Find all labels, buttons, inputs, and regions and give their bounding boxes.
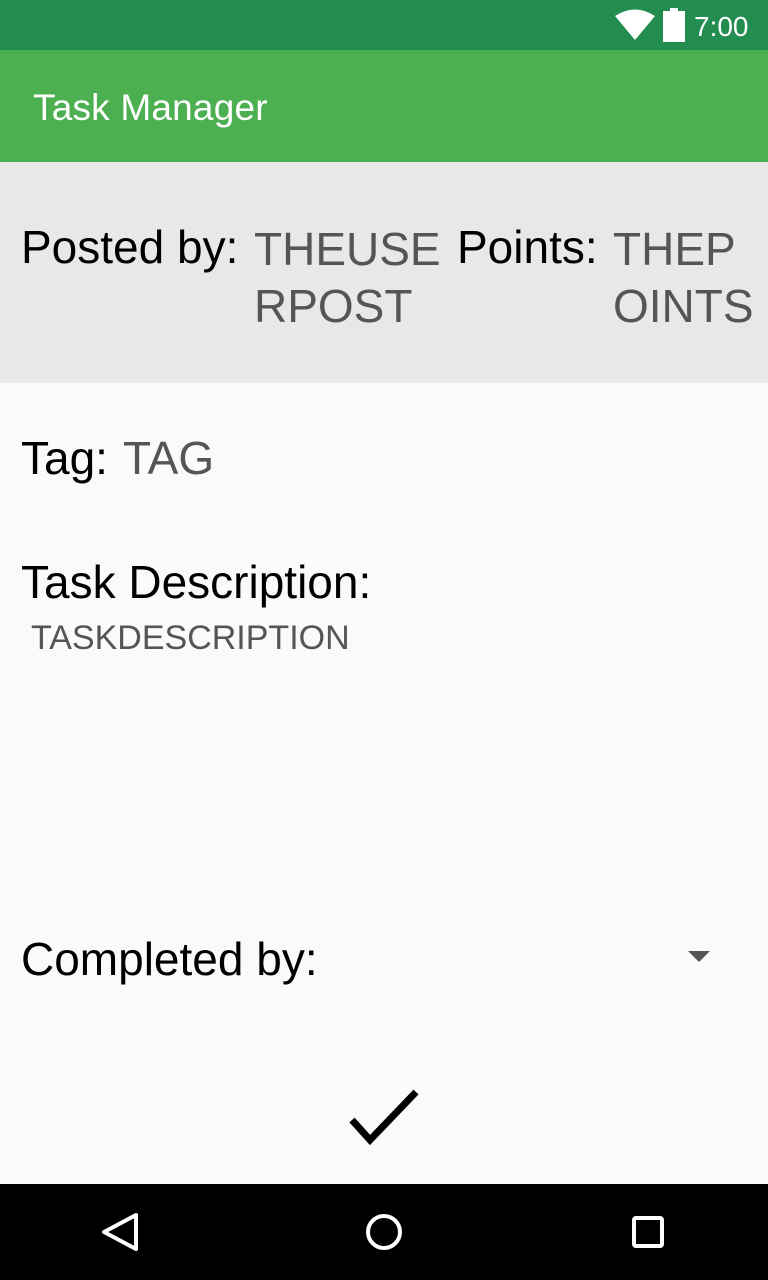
posted-by-value: THEUSERPOST <box>254 223 441 332</box>
points-label: Points: <box>457 221 598 273</box>
confirm-button[interactable] <box>334 1078 434 1158</box>
recents-button[interactable] <box>618 1202 678 1262</box>
tag-value: TAG <box>123 432 215 484</box>
status-time: 7:00 <box>694 11 749 42</box>
completed-by-dropdown[interactable] <box>330 920 740 996</box>
tag-label: Tag: <box>21 432 108 484</box>
task-description-value: TASKDESCRIPTION <box>31 619 350 657</box>
navigation-bar <box>0 1184 768 1280</box>
chevron-down-icon <box>688 951 710 962</box>
back-icon <box>102 1213 138 1251</box>
task-description-label: Task Description: <box>21 556 372 608</box>
checkmark-icon <box>349 1089 419 1146</box>
wifi-icon <box>615 9 655 40</box>
app-title: Task Manager <box>33 87 268 128</box>
recents-icon <box>632 1216 664 1248</box>
app-bar: Task Manager <box>0 50 768 162</box>
home-icon <box>366 1214 402 1250</box>
home-button[interactable] <box>354 1202 414 1262</box>
back-button[interactable] <box>90 1202 150 1262</box>
battery-icon <box>663 8 685 42</box>
points-value: THEPOINTS <box>613 223 754 332</box>
completed-by-label: Completed by: <box>21 933 318 985</box>
posted-by-label: Posted by: <box>21 221 239 273</box>
status-bar: 7:00 <box>0 0 768 50</box>
